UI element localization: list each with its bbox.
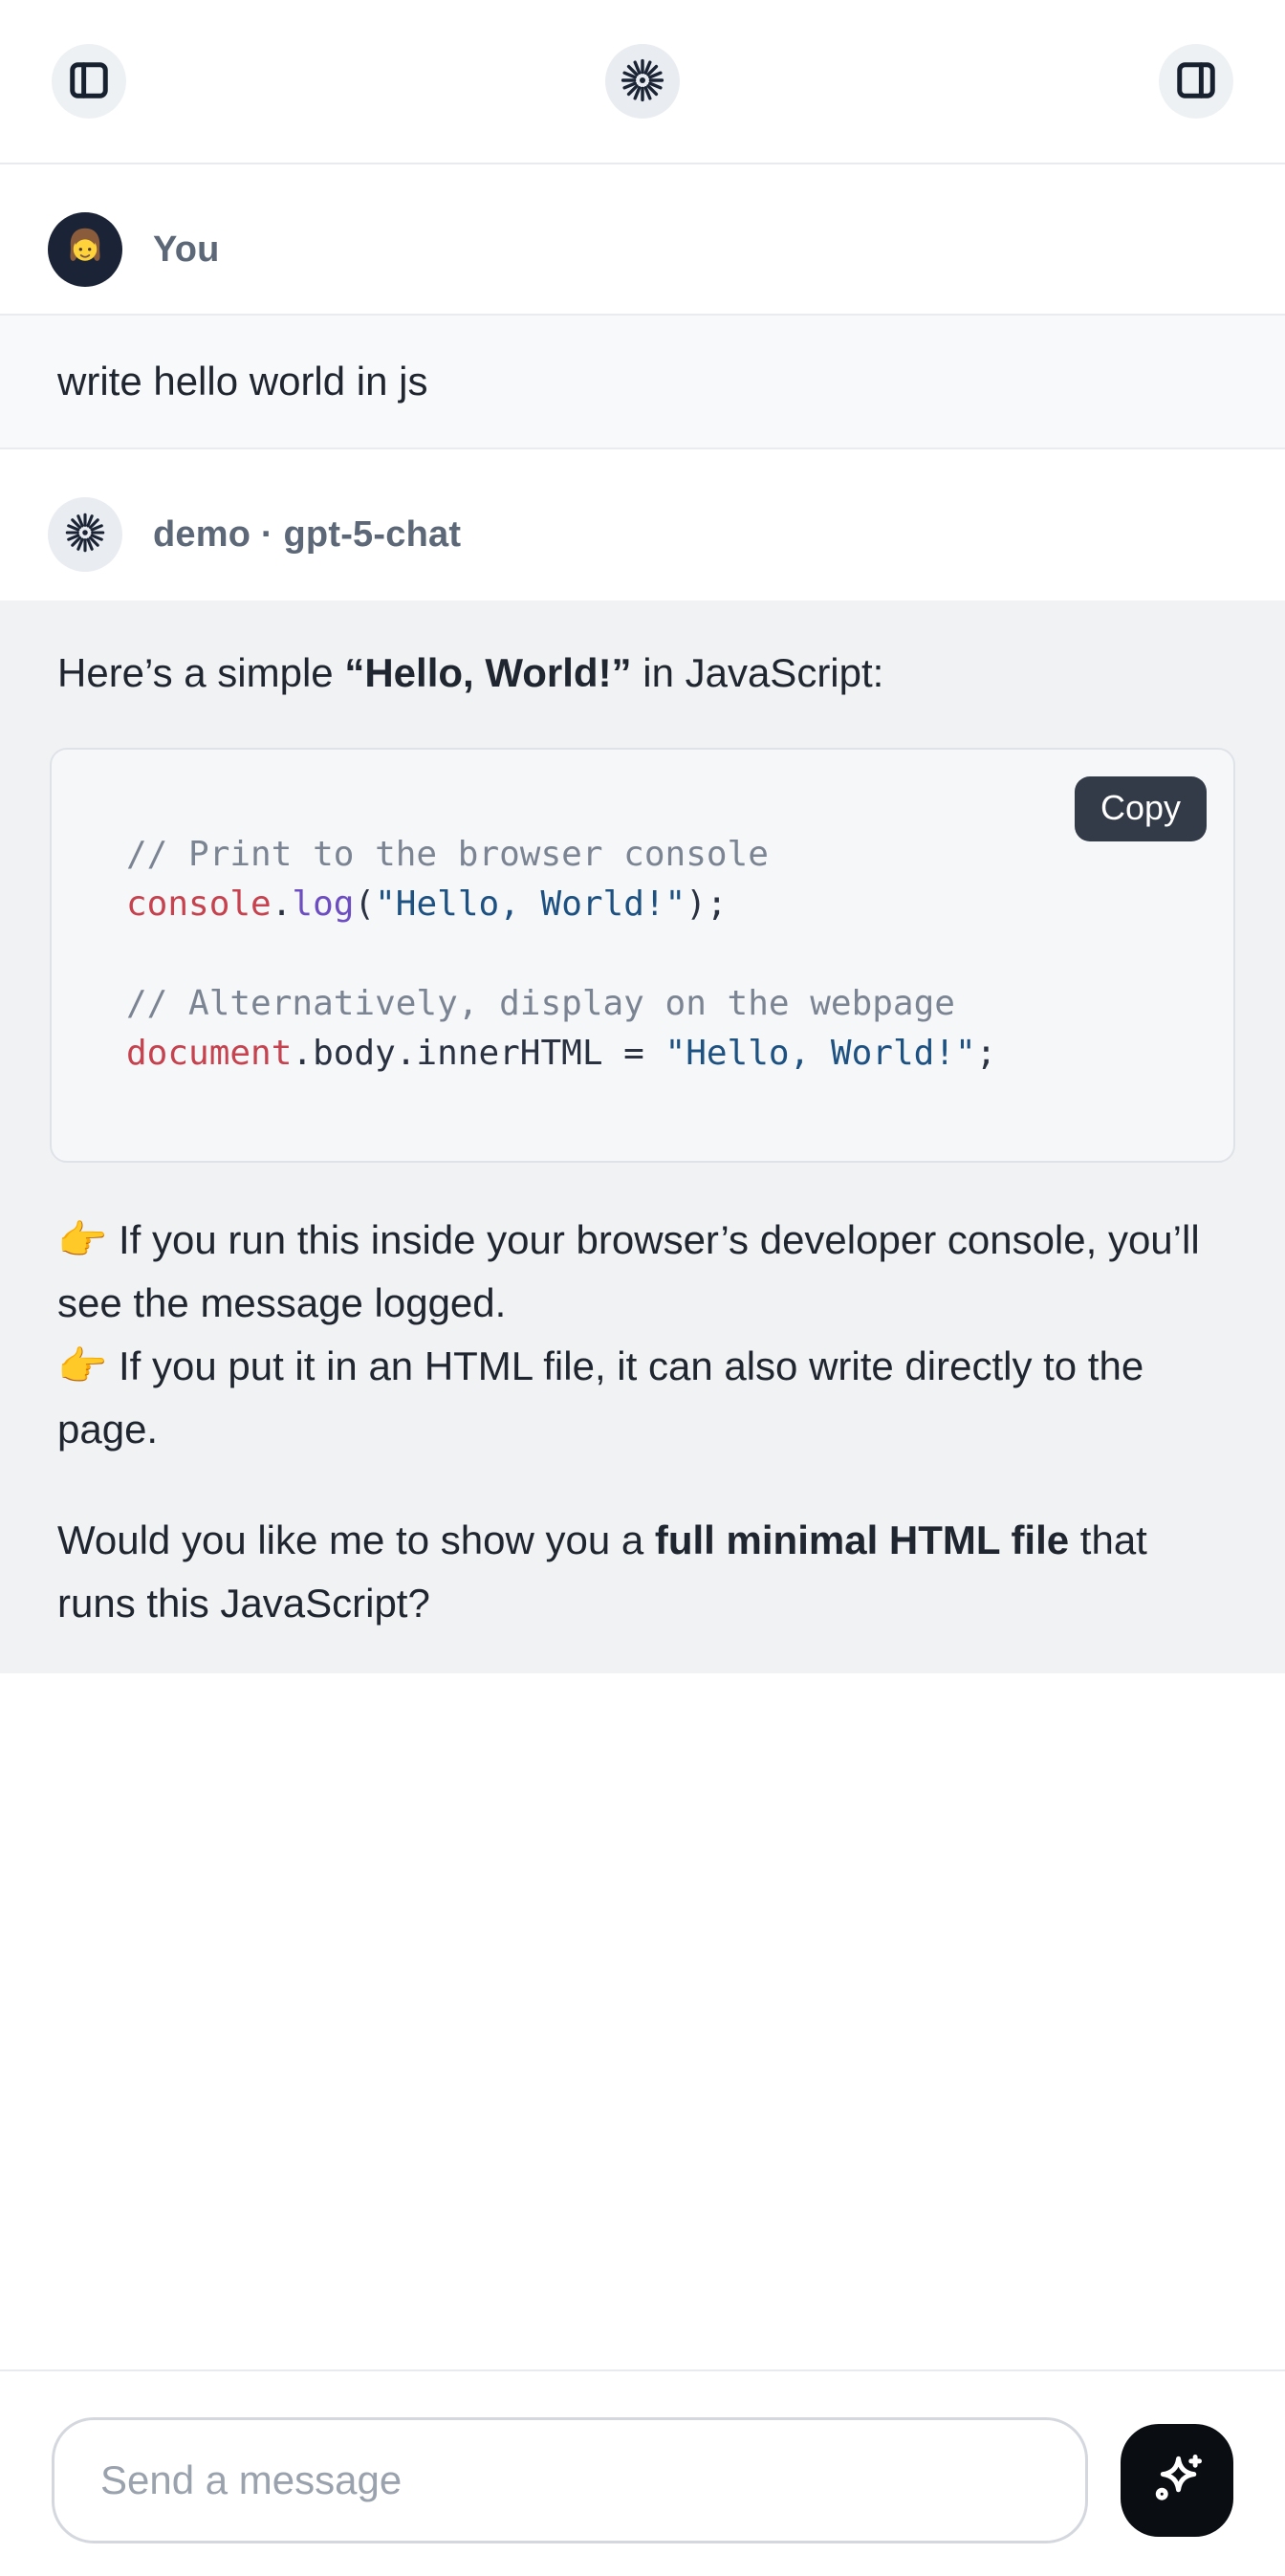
assistant-sender-row: demo · gpt-5-chat — [0, 449, 1285, 600]
tip-line-1: 👉 If you run this inside your browser’s … — [57, 1217, 1200, 1325]
panel-left-icon — [67, 58, 111, 105]
sparkles-icon — [1147, 2450, 1207, 2512]
right-panel-toggle-button[interactable] — [1159, 44, 1233, 119]
question-bold: full minimal HTML file — [655, 1517, 1069, 1562]
intro-suffix: in JavaScript: — [632, 650, 884, 695]
starburst-logo-icon — [64, 512, 106, 558]
assistant-avatar — [48, 497, 122, 572]
assistant-tips-paragraph: 👉 If you run this inside your browser’s … — [57, 1209, 1228, 1461]
person-emoji-icon — [60, 223, 110, 277]
user-message-text: write hello world in js — [57, 359, 427, 404]
sidebar-toggle-button[interactable] — [52, 44, 126, 119]
composer-bar — [0, 2369, 1285, 2576]
user-message: write hello world in js — [0, 314, 1285, 449]
assistant-intro-paragraph: Here’s a simple “Hello, World!” in JavaS… — [57, 643, 1228, 704]
starburst-logo-icon — [620, 57, 665, 106]
panel-right-icon — [1174, 58, 1218, 105]
chat-app: You write hello world in js dem — [0, 0, 1285, 2576]
code-block: Copy // Print to the browser console con… — [50, 748, 1235, 1163]
chat-scroll-area[interactable] — [0, 1673, 1285, 2369]
user-avatar — [48, 212, 122, 287]
top-bar — [0, 0, 1285, 164]
user-sender-row: You — [0, 164, 1285, 314]
send-button[interactable] — [1121, 2424, 1233, 2537]
user-sender-name: You — [153, 229, 220, 271]
tip-line-2: 👉 If you put it in an HTML file, it can … — [57, 1343, 1143, 1452]
intro-bold: “Hello, World!” — [344, 650, 631, 695]
copy-code-button[interactable]: Copy — [1075, 776, 1207, 841]
assistant-question-paragraph: Would you like me to show you a full min… — [57, 1509, 1228, 1635]
intro-prefix: Here’s a simple — [57, 650, 344, 695]
message-input[interactable] — [52, 2417, 1088, 2543]
assistant-sender-name: demo · gpt-5-chat — [153, 514, 461, 556]
app-logo-button[interactable] — [605, 44, 680, 119]
code-content: // Print to the browser console console.… — [52, 750, 1233, 1161]
question-prefix: Would you like me to show you a — [57, 1517, 655, 1562]
javascript-code: // Print to the browser console console.… — [126, 835, 996, 1073]
assistant-message: Here’s a simple “Hello, World!” in JavaS… — [0, 600, 1285, 1673]
